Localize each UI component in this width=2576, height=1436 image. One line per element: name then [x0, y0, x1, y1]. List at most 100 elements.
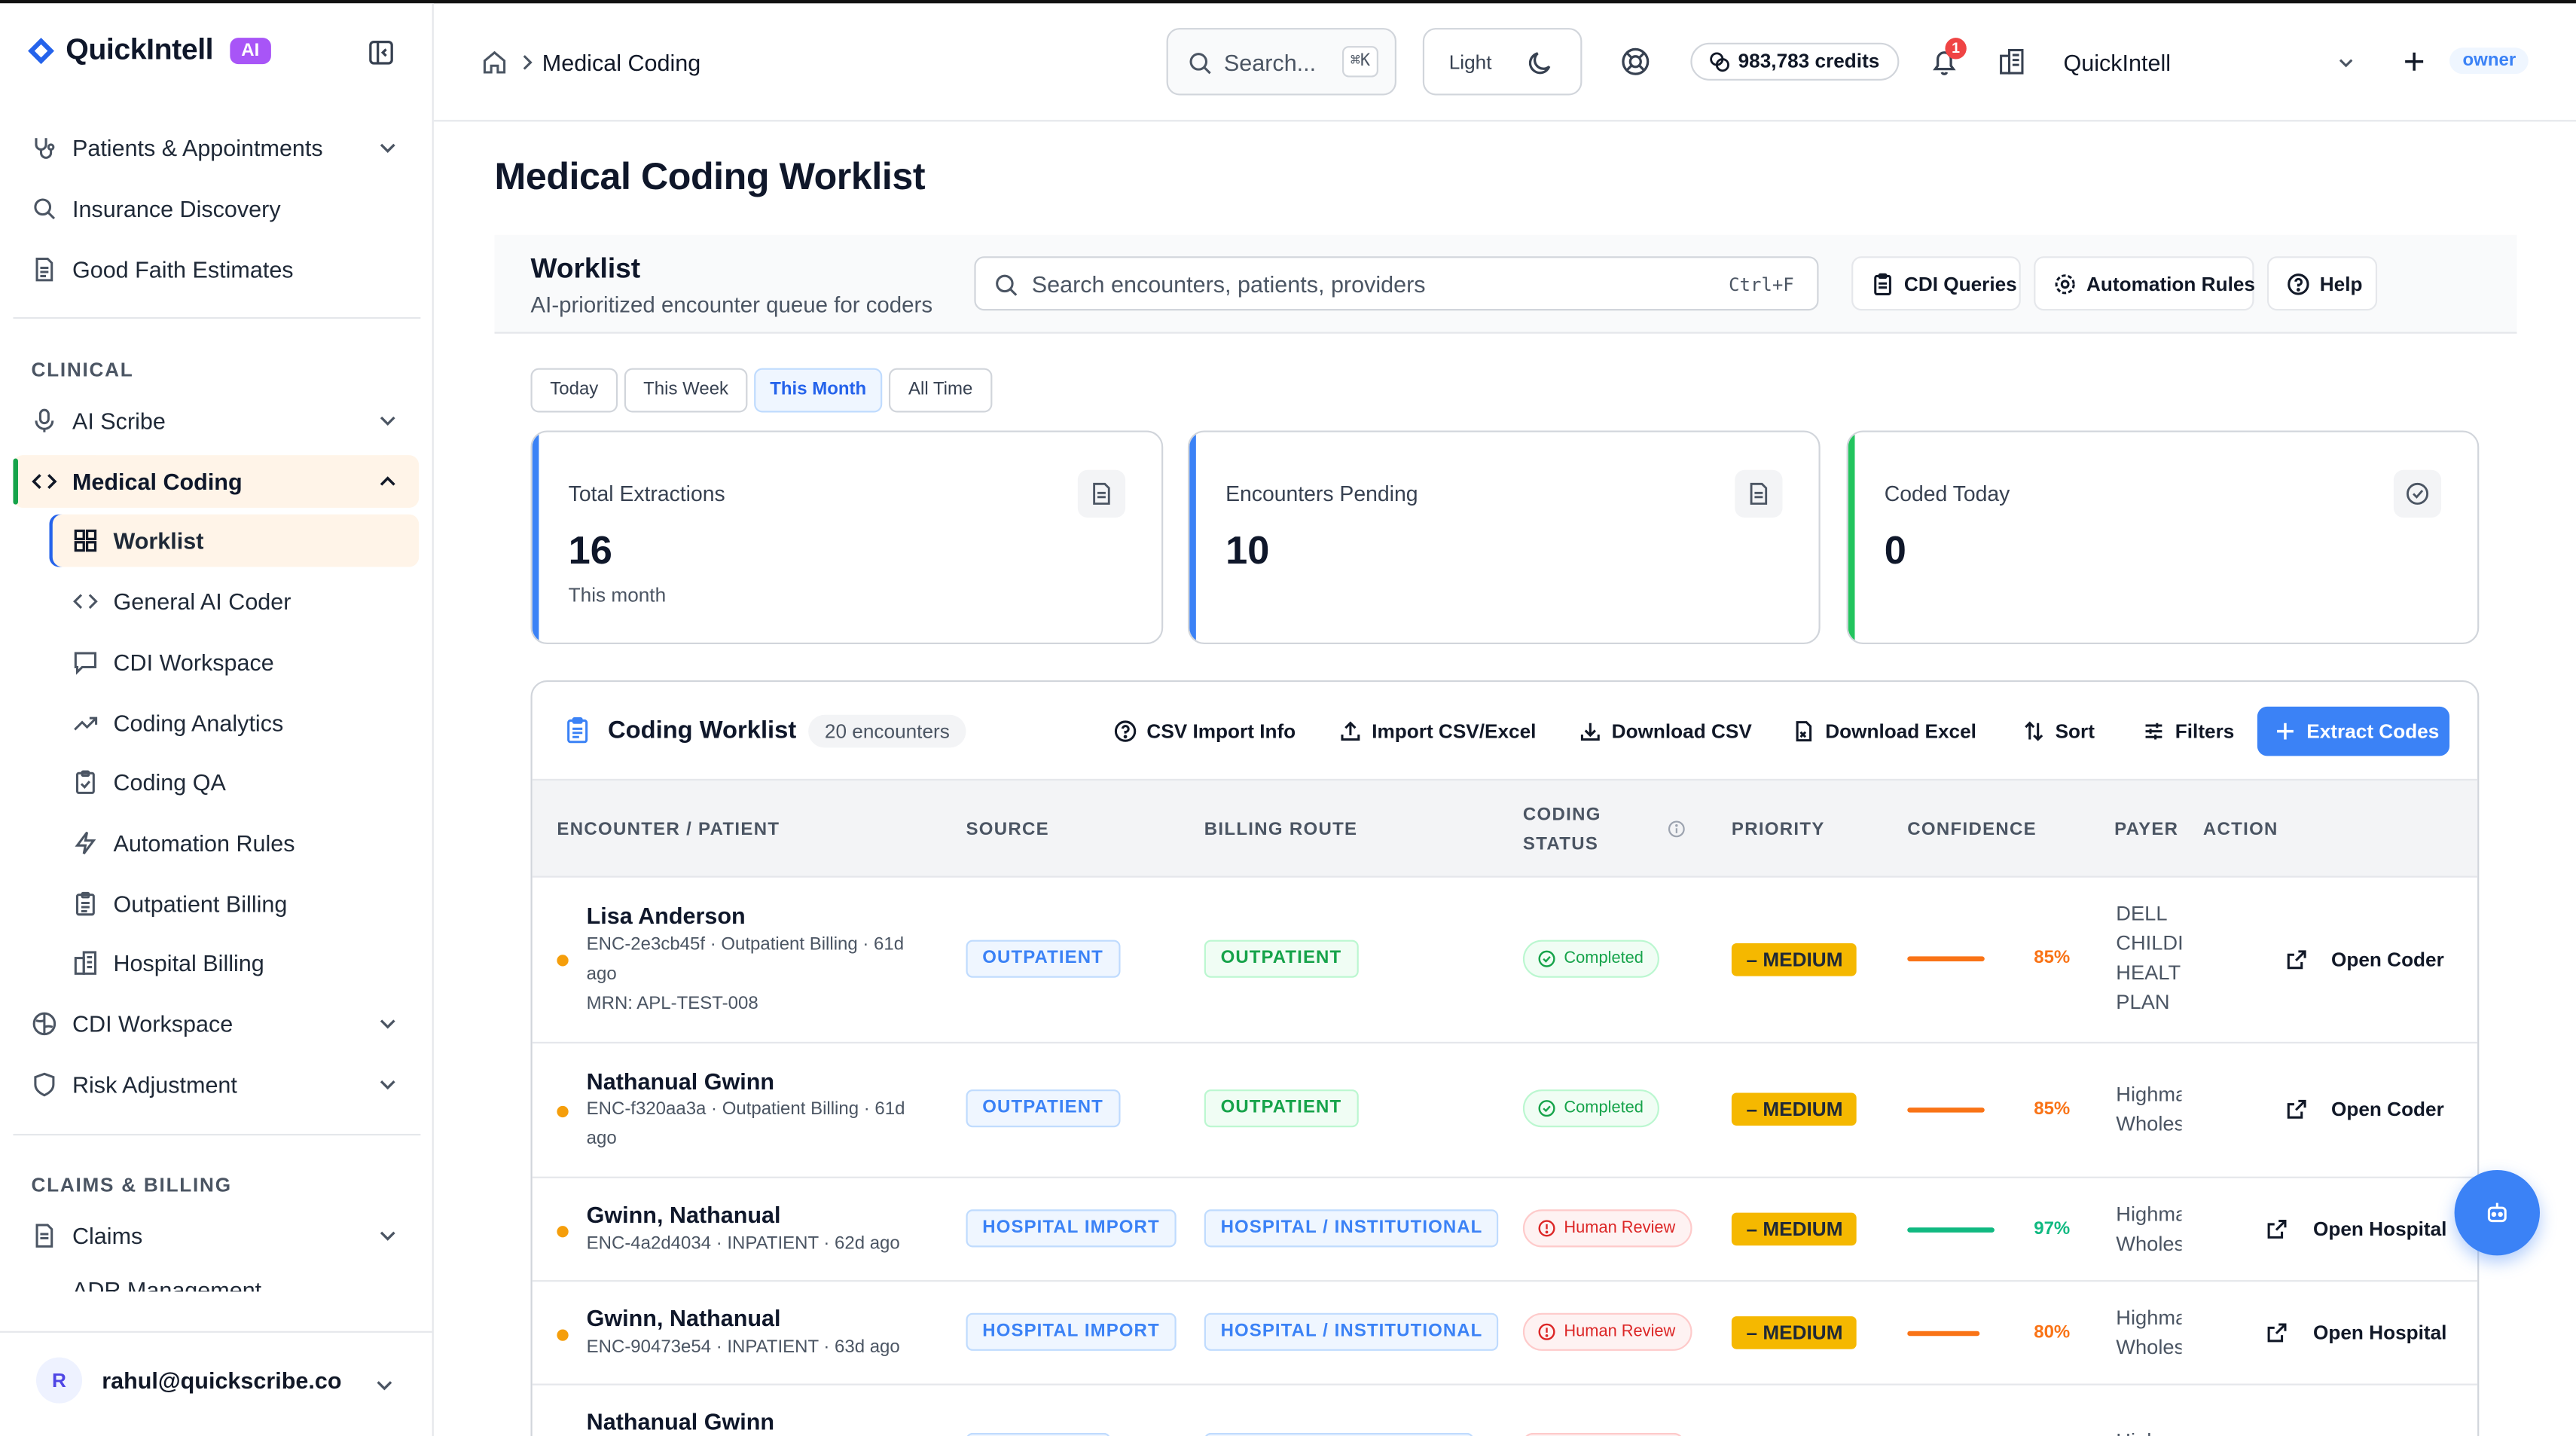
sidebar-sub-item-general-ai-coder[interactable]: General AI Coder	[49, 575, 419, 628]
sidebar-sub-item-label: Coding QA	[113, 768, 226, 796]
column-header-billing-route[interactable]: BILLING ROUTE	[1204, 820, 1358, 839]
sidebar-sub-item-automation-rules[interactable]: Automation Rules	[49, 817, 419, 869]
column-header-confidence[interactable]: CONFIDENCE	[1907, 820, 2037, 839]
user-email: rahul@quickscribe.co	[102, 1367, 342, 1394]
csv-import-info-button[interactable]: CSV Import Info	[1097, 706, 1296, 756]
payer-line: Wholes	[2116, 1112, 2182, 1136]
payer-name: Highma	[2116, 1426, 2181, 1436]
breadcrumb-current[interactable]: Medical Coding	[542, 49, 700, 75]
clipboard-list-icon	[567, 717, 588, 744]
encounter-meta-line: ENC-4a2d4034 · INPATIENT · 62d ago	[586, 1234, 900, 1254]
payer-line: DELL	[2116, 902, 2168, 925]
column-header-coding-status[interactable]: CODING	[1523, 805, 1601, 825]
sidebar-item-good-faith-estimates[interactable]: Good Faith Estimates	[13, 243, 419, 296]
patient-name: Gwinn, Nathanual	[586, 1201, 781, 1228]
download-csv-button[interactable]: Download CSV	[1562, 706, 1752, 756]
action-label: Open Hospital	[2313, 1218, 2447, 1241]
column-header-payer[interactable]: PAYER	[2114, 820, 2178, 839]
confidence-percent: 97%	[2034, 1219, 2071, 1239]
patient-name: Nathanual Gwinn	[586, 1408, 775, 1435]
download-excel-button[interactable]: Download Excel	[1775, 706, 1982, 756]
table-row[interactable]: Lisa Anderson ENC-2e3cb45f · Outpatient …	[532, 878, 2478, 1044]
source-badge: OUTPATIENT	[966, 1089, 1120, 1128]
stat-label: Encounters Pending	[1225, 481, 1418, 506]
help-button[interactable]: Help	[2266, 256, 2378, 311]
sidebar-sub-item-cdi-workspace[interactable]: CDI Workspace	[49, 636, 419, 689]
column-header-source[interactable]: SOURCE	[966, 820, 1049, 839]
stat-value: 16	[568, 529, 612, 574]
cdi-queries-button[interactable]: CDI Queries	[1851, 256, 2021, 311]
download-icon	[1580, 723, 1600, 741]
info-icon[interactable]	[1668, 820, 1686, 838]
sidebar-sub-item-hospital-billing[interactable]: Hospital Billing	[49, 936, 419, 989]
sidebar-item-cut-off[interactable]: ADR Management	[72, 1277, 261, 1292]
worklist-title: Worklist	[530, 252, 641, 285]
filters-button[interactable]: Filters	[2126, 706, 2245, 756]
table-row[interactable]: Gwinn, Nathanual ENC-4a2d4034 · INPATIEN…	[532, 1178, 2478, 1282]
user-menu[interactable]: R rahul@quickscribe.co	[0, 1331, 432, 1436]
coding-status-badge	[1522, 1432, 1684, 1436]
sidebar-sub-item-worklist[interactable]: Worklist	[49, 514, 420, 567]
ai-assistant-fab[interactable]	[2454, 1169, 2541, 1256]
range-today-button[interactable]: Today	[530, 368, 618, 413]
clipboard-icon	[75, 891, 95, 916]
external-link-icon	[2287, 950, 2306, 970]
sidebar-item-ai-scribe[interactable]: AI Scribe	[13, 394, 419, 447]
open-coder-button[interactable]: Open Coder	[2269, 1084, 2452, 1134]
stat-card-coded-today: Coded Today 0	[1846, 430, 2480, 644]
sort-arrows-icon	[2025, 721, 2043, 741]
theme-toggle[interactable]: Light	[1422, 28, 1583, 96]
confidence-bar	[1907, 1331, 1980, 1337]
column-header-priority[interactable]: PRIORITY	[1732, 820, 1825, 839]
column-header-patient[interactable]: ENCOUNTER / PATIENT	[557, 820, 780, 839]
confidence-bar	[1907, 956, 1985, 961]
sidebar-item-claims[interactable]: Claims	[13, 1209, 419, 1262]
sort-button[interactable]: Sort	[2006, 706, 2103, 756]
open-hospital-button[interactable]: Open Hospital	[2247, 1308, 2455, 1358]
coins-icon	[1710, 52, 1729, 72]
section-label-claims: CLAIMS & BILLING	[31, 1173, 232, 1196]
plus-icon[interactable]	[2401, 47, 2428, 75]
lightning-icon	[75, 831, 96, 855]
sidebar-item-risk-adjustment[interactable]: Risk Adjustment	[13, 1059, 419, 1111]
table-row[interactable]: Nathanual Gwinn ENC-f320aa3a · Outpatien…	[532, 1043, 2478, 1178]
automation-rules-button[interactable]: Automation Rules	[2034, 256, 2255, 311]
stat-icon-box	[1077, 469, 1126, 518]
worklist-search-input[interactable]: Search encounters, patients, providers C…	[974, 256, 1819, 311]
open-hospital-button[interactable]: Open Hospital	[2247, 1204, 2455, 1254]
sidebar-collapse-icon[interactable]	[368, 39, 395, 66]
page-title: Medical Coding Worklist	[494, 154, 926, 197]
sidebar-sub-item-coding-qa[interactable]: Coding QA	[49, 756, 419, 808]
file-spreadsheet-icon	[1796, 721, 1812, 742]
sidebar-sub-item-outpatient-billing[interactable]: Outpatient Billing	[49, 878, 419, 930]
encounter-meta-line: ago	[586, 964, 617, 985]
home-icon[interactable]	[481, 49, 508, 75]
extract-codes-button[interactable]: Extract Codes	[2257, 706, 2450, 756]
brand[interactable]: QuickIntell AI	[26, 33, 271, 68]
sidebar-item-medical-coding[interactable]: Medical Coding	[13, 455, 420, 508]
sidebar-item-cdi-workspace[interactable]: CDI Workspace	[13, 998, 419, 1050]
upload-icon	[1341, 721, 1360, 741]
range-all-time-button[interactable]: All Time	[888, 368, 993, 413]
payer-line: Wholes	[2116, 1232, 2182, 1256]
table-row[interactable]: Nathanual Gwinn Highma	[533, 1386, 2477, 1436]
sidebar-sub-item-coding-analytics[interactable]: Coding Analytics	[49, 697, 419, 750]
range-this-month-button[interactable]: This Month	[754, 368, 883, 413]
sidebar-item-insurance-discovery[interactable]: Insurance Discovery	[13, 182, 419, 235]
chevron-down-icon[interactable]	[2336, 53, 2356, 72]
sidebar-item-patients[interactable]: Patients & Appointments	[13, 121, 419, 174]
search-icon	[34, 198, 56, 220]
org-switcher[interactable]: QuickIntell	[2063, 49, 2171, 75]
coding-status-text: Human Review	[1564, 1219, 1676, 1238]
global-search-input[interactable]: Search... ⌘K	[1166, 28, 1396, 96]
encounter-mrn: MRN: APL-TEST-008	[586, 994, 758, 1014]
coding-status-text: Completed	[1564, 1099, 1644, 1118]
stat-card-total-extractions: Total Extractions 16 This month	[530, 430, 1164, 644]
credits-badge[interactable]: 983,783 credits	[1690, 42, 1900, 81]
open-coder-button[interactable]: Open Coder	[2269, 935, 2452, 985]
encounter-meta-line: ENC-2e3cb45f · Outpatient Billing · 61d	[586, 935, 905, 955]
range-this-week-button[interactable]: This Week	[624, 368, 748, 413]
table-row[interactable]: Gwinn, Nathanual ENC-90473e54 · INPATIEN…	[532, 1282, 2478, 1386]
import-csv-excel-button[interactable]: Import CSV/Excel	[1322, 706, 1536, 756]
lifebuoy-icon[interactable]	[1620, 46, 1651, 77]
